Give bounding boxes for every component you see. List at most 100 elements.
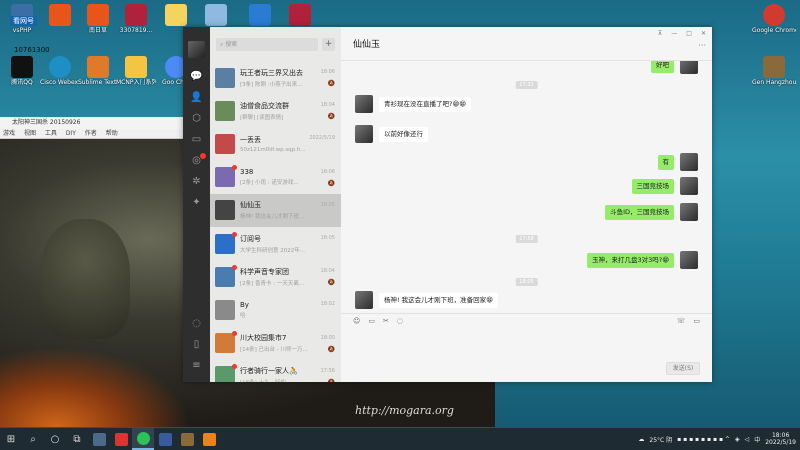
maximize-icon[interactable]: □ xyxy=(686,30,692,37)
message-bubble[interactable]: 玉神，来打几盘3对3吗?😁 xyxy=(587,252,674,268)
desktop-icon-file[interactable] xyxy=(156,4,196,27)
chat-list-item[interactable]: 338 [2条] 小雨 : 诺安游戏... 18:06 🔕 xyxy=(210,161,341,194)
message-avatar[interactable] xyxy=(680,203,698,221)
message-area[interactable]: 好吧 17:32 青衫现在没在直播了吧?😁😁 以前好像还行有三国竞技场斗鱼ID，三国竞… xyxy=(341,61,712,313)
message-avatar[interactable] xyxy=(355,291,373,309)
menu-item-author[interactable]: 作者 xyxy=(85,130,97,137)
send-button[interactable]: 发送(S) xyxy=(666,362,700,375)
chat-list-item[interactable]: 油僧食品交流群 [群聊] [读图表情] 18:04 🔕 xyxy=(210,94,341,127)
chat-icon[interactable]: 💬 xyxy=(183,66,210,87)
pin-icon[interactable]: ⊼ xyxy=(658,30,662,37)
taskbar-app[interactable] xyxy=(176,428,198,450)
folder-icon[interactable]: ▭ xyxy=(368,317,375,325)
message-bubble[interactable]: 有 xyxy=(657,154,674,170)
app-icon xyxy=(158,432,172,446)
message-avatar[interactable] xyxy=(680,251,698,269)
windows-start-icon[interactable]: ⊞ xyxy=(0,428,22,450)
tray-icons[interactable]: ▪ ▪ ▪ ▪ ▪ ▪ ▪ ▪ ^ xyxy=(677,436,730,443)
chat-list-item[interactable]: 一丢丢 50z121m0iif.wp.sqp.h... 2022/5/19 xyxy=(210,127,341,160)
taskbar-app[interactable] xyxy=(110,428,132,450)
message-avatar[interactable] xyxy=(680,153,698,171)
message-bubble[interactable]: 斗鱼ID，三国竞技场 xyxy=(605,204,674,220)
message-avatar[interactable] xyxy=(355,95,373,113)
desktop-icon-app[interactable]: 南日草 xyxy=(78,4,118,34)
add-chat-button[interactable]: + xyxy=(322,37,335,51)
volume-icon[interactable]: ◁ xyxy=(745,436,750,443)
search-icon[interactable]: ⌕ xyxy=(22,428,44,450)
folder-icon xyxy=(125,56,147,78)
message-bubble[interactable]: 三国竞技场 xyxy=(631,178,674,194)
menu-icon[interactable]: ≡ xyxy=(183,355,210,376)
minimize-icon[interactable]: — xyxy=(671,30,677,37)
desktop-icon-app[interactable] xyxy=(40,4,80,27)
input-method-icon[interactable]: 中 xyxy=(754,435,760,444)
watermark: http://mogara.org xyxy=(355,404,454,417)
cortana-icon[interactable]: ○ xyxy=(44,428,66,450)
taskbar-app[interactable] xyxy=(198,428,220,450)
chat-list-item[interactable]: 订阅号 大学生科研创意 2022年... 18:05 xyxy=(210,227,341,260)
taskbar-app[interactable] xyxy=(154,428,176,450)
menu-item-help[interactable]: 帮助 xyxy=(106,130,118,137)
chat-list-item[interactable]: 行者骑行一家人🚴[18条] 十九 : 好的...17:56🔕 xyxy=(210,360,341,382)
desktop-icon-sublime[interactable]: Sublime Text 3 xyxy=(78,56,118,86)
chat-preview: [3条] 陈刚 :小燕子出来... xyxy=(240,81,303,88)
message-timestamp: 18:05 xyxy=(515,278,538,286)
taskbar-wechat[interactable] xyxy=(132,428,154,450)
message-bubble[interactable]: 好吧 xyxy=(651,61,674,73)
desktop-icon-qq[interactable]: 腾讯QQ xyxy=(2,56,42,86)
menu-item-game[interactable]: 游戏 xyxy=(3,130,15,137)
miniprogram-icon[interactable]: ✦ xyxy=(183,192,210,213)
message-avatar[interactable] xyxy=(680,61,698,74)
contacts-icon[interactable]: 👤 xyxy=(183,87,210,108)
desktop-icon-genhangzhou[interactable]: Gen Hangzhou 2022 xyxy=(752,56,796,86)
user-avatar[interactable] xyxy=(188,41,205,58)
chat-list-item[interactable]: 川大校园集市7 [14条] 已出台 - 川师一万... 18:00 🔕 xyxy=(210,327,341,360)
chat-list-item[interactable]: 科学声音专家团 [2条] 香青卡 : 一天天离... 18:04 🔕 xyxy=(210,260,341,293)
wechat-nav-bar: 💬 👤 ⬡ ▭ ◎ ✲ ✦ ◌ ▯ ≡ xyxy=(183,27,210,382)
close-icon[interactable]: ✕ xyxy=(701,30,706,37)
search-input[interactable]: ⌕ 搜索 xyxy=(216,37,318,51)
desktop-icon-archive[interactable] xyxy=(280,4,320,27)
scissors-icon[interactable]: ✂ xyxy=(383,317,389,325)
weather-icon[interactable]: ☁ xyxy=(638,436,644,443)
message-input[interactable] xyxy=(341,328,712,382)
phone-icon[interactable]: ▯ xyxy=(183,334,210,355)
chat-history-icon[interactable]: ◌ xyxy=(397,317,403,325)
network-icon[interactable]: ◈ xyxy=(735,436,740,443)
moments-icon[interactable]: ◎ xyxy=(183,150,210,171)
menu-item-diy[interactable]: DIY xyxy=(66,130,76,137)
menu-item-view[interactable]: 视图 xyxy=(24,130,36,137)
message-avatar[interactable] xyxy=(680,177,698,195)
taskbar-app[interactable] xyxy=(88,428,110,450)
clock[interactable]: 18:06 2022/5/19 xyxy=(765,432,796,446)
unread-badge xyxy=(232,364,237,370)
files-icon[interactable]: ▭ xyxy=(183,129,210,150)
chat-list-panel: ⌕ 搜索 + 玩王者玩三界又出去 [3条] 陈刚 :小燕子出来... 18:06 🔕 油… xyxy=(210,27,341,382)
message-bubble[interactable]: 杨神! 我这会儿才刚下班，准备回家😁 xyxy=(379,292,498,308)
emoji-icon[interactable]: ☺ xyxy=(353,317,360,325)
message-avatar[interactable] xyxy=(355,125,373,143)
menu-item-tools[interactable]: 工具 xyxy=(45,130,57,137)
favorites-icon[interactable]: ⬡ xyxy=(183,108,210,129)
desktop-icon-app[interactable] xyxy=(196,4,236,27)
desktop-icon-archive[interactable]: 3307819... xyxy=(116,4,156,34)
desktop-icon-teamviewer[interactable] xyxy=(240,4,280,27)
desktop-icon-mcnp[interactable]: MCNP入门系列 xyxy=(116,56,156,86)
chat-list-item[interactable]: 仙仙玉 杨神! 我这会儿才刚下班... 18:05 xyxy=(210,193,341,227)
video-call-icon[interactable]: ▭ xyxy=(693,317,700,325)
task-view-icon[interactable]: ⧉ xyxy=(66,428,88,450)
desktop-icon-webex[interactable]: Cisco Webex... xyxy=(40,56,80,86)
message-bubble[interactable]: 以前好像还行 xyxy=(379,126,428,142)
message-timestamp: 17:32 xyxy=(515,81,538,89)
message-bubble[interactable]: 青衫现在没在直播了吧?😁😁 xyxy=(379,96,472,112)
more-options-icon[interactable]: ··· xyxy=(698,41,706,50)
weather-text[interactable]: 25°C 阴 xyxy=(649,435,672,444)
miniprogram-panel-icon[interactable]: ◌ xyxy=(183,313,210,334)
desktop-icon-chrome-right[interactable]: Google Chrome xyxy=(752,4,796,34)
unread-badge xyxy=(232,331,237,337)
chat-list-item[interactable]: By 哈 18:02 xyxy=(210,293,341,326)
chat-list-item[interactable]: 玩王者玩三界又出去 [3条] 陈刚 :小燕子出来... 18:06 🔕 xyxy=(210,61,341,94)
voice-call-icon[interactable]: ☏ xyxy=(677,317,686,325)
channels-icon[interactable]: ✲ xyxy=(183,171,210,192)
chat-preview: [2条] 香青卡 : 一天天离... xyxy=(240,280,305,287)
